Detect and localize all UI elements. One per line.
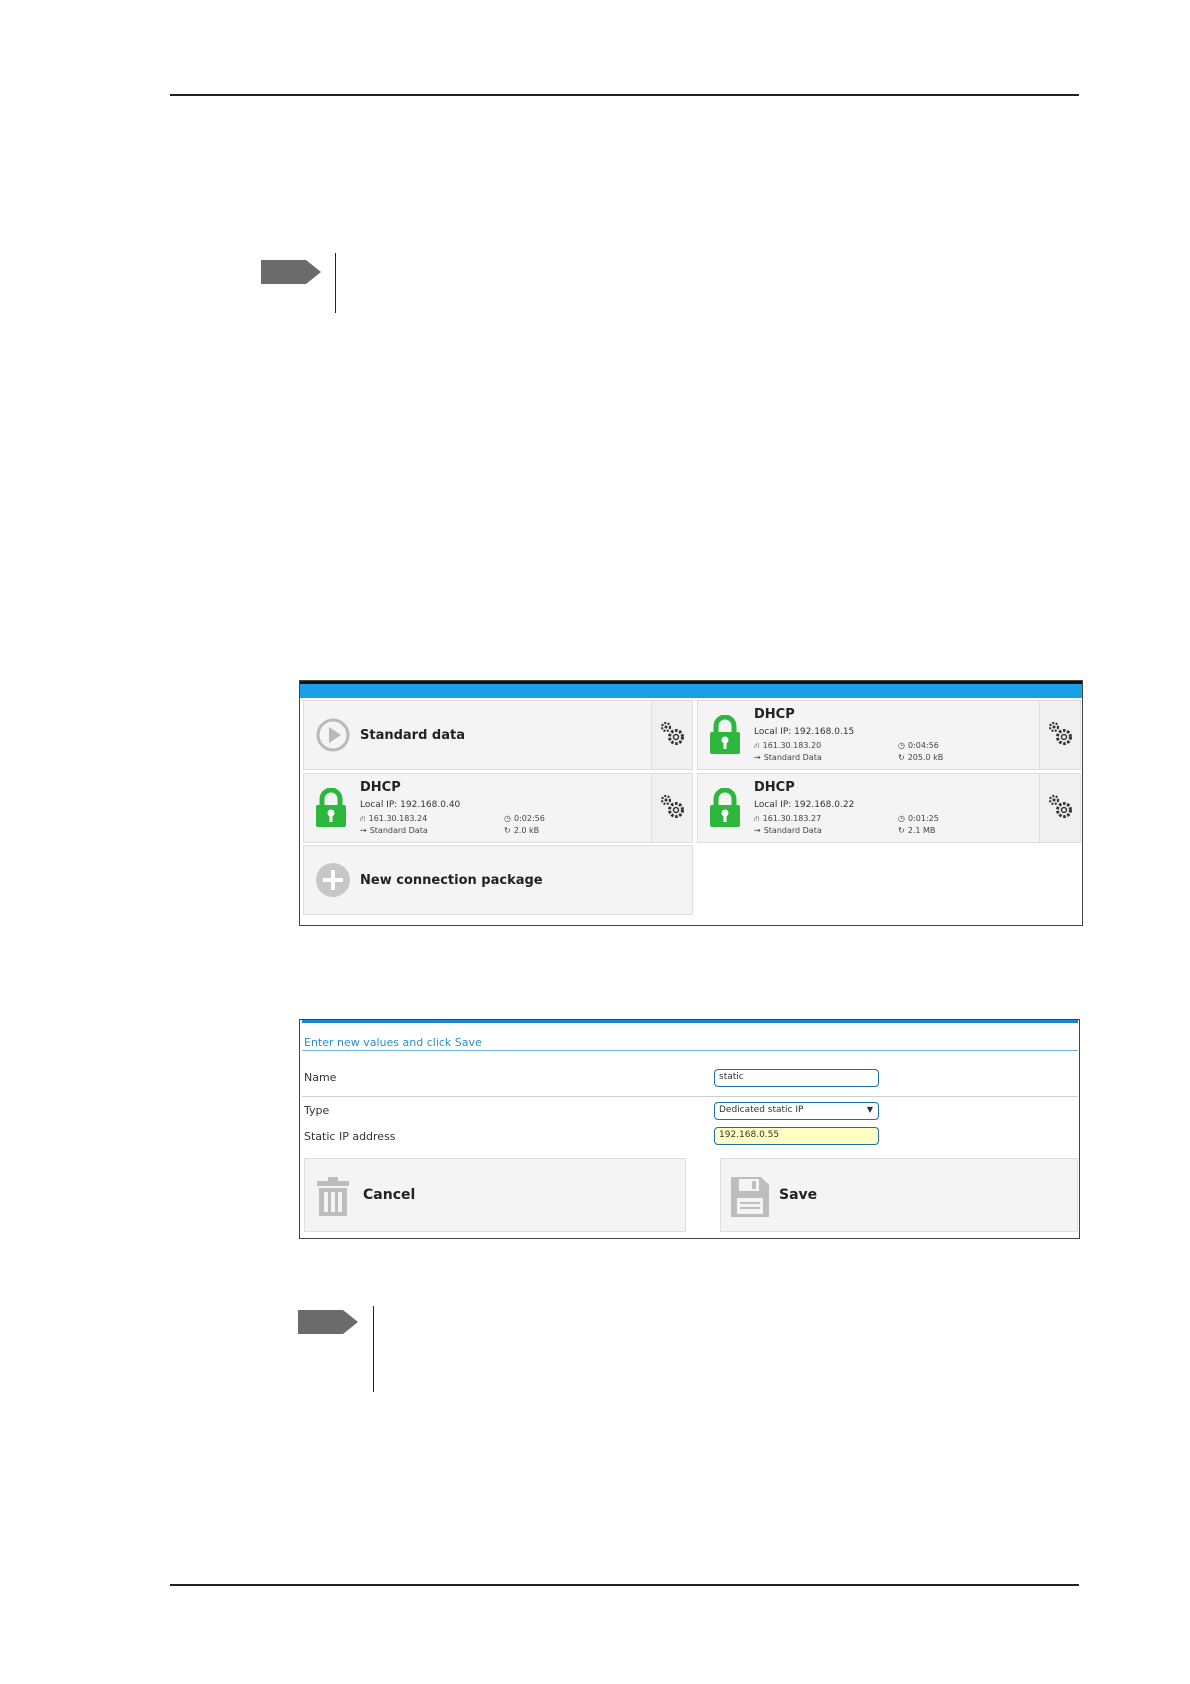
refresh-icon: ↻ [898, 826, 905, 835]
gear-icon [660, 794, 684, 818]
duration: ◷ 0:04:56 [898, 741, 939, 750]
transferred: ↻ 2.0 kB [504, 826, 540, 835]
static-ip-label: Static IP address [304, 1130, 396, 1143]
data-type: ⇝ Standard Data [754, 826, 822, 835]
network-icon: ⛙ [360, 814, 366, 823]
lock-icon [710, 788, 740, 827]
tile-title: DHCP [754, 780, 795, 795]
network-icon: ⛙ [754, 814, 760, 823]
new-connection-tile[interactable]: New connection package [303, 845, 693, 915]
gear-icon [660, 721, 684, 745]
save-icon [731, 1177, 769, 1217]
name-field[interactable]: static [714, 1069, 879, 1087]
tile-title: Standard data [360, 728, 465, 743]
gear-icon [1048, 794, 1072, 818]
public-ip: ⛙ 161.30.183.27 [754, 814, 822, 823]
cancel-button[interactable]: Cancel [304, 1158, 686, 1232]
public-ip: ⛙ 161.30.183.24 [360, 814, 428, 823]
connection-tile[interactable]: DHCP Local IP: 192.168.0.40 ⛙ 161.30.183.… [303, 773, 693, 843]
connections-panel: Standard data DHCP Local IP: 192.168.0.1… [299, 680, 1083, 926]
public-ip: ⛙ 161.30.183.20 [754, 741, 822, 750]
note-divider [335, 253, 336, 313]
activity-icon: ⇝ [754, 826, 761, 835]
lock-icon [710, 715, 740, 754]
static-ip-field[interactable]: 192.168.0.55 [714, 1127, 879, 1145]
form-heading: Enter new values and click Save [304, 1036, 482, 1049]
dropdown-arrow-icon: ▼ [866, 1105, 873, 1114]
activity-icon: ⇝ [754, 753, 761, 762]
tile-title: DHCP [360, 780, 401, 795]
tile-title: DHCP [754, 707, 795, 722]
settings-gear-button[interactable] [1039, 701, 1080, 769]
header-rule [170, 94, 1079, 96]
refresh-icon: ↻ [504, 826, 511, 835]
duration: ◷ 0:02:56 [504, 814, 545, 823]
refresh-icon: ↻ [898, 753, 905, 762]
lock-icon [316, 788, 346, 827]
transferred: ↻ 2.1 MB [898, 826, 936, 835]
settings-gear-button[interactable] [651, 774, 692, 842]
note-divider [373, 1306, 374, 1392]
type-select[interactable]: Dedicated static IP ▼ [714, 1102, 879, 1120]
trash-icon [317, 1177, 349, 1216]
data-type: ⇝ Standard Data [754, 753, 822, 762]
tile-title: New connection package [360, 873, 543, 888]
connection-tile[interactable]: DHCP Local IP: 192.168.0.22 ⛙ 161.30.183.… [697, 773, 1081, 843]
network-icon: ⛙ [754, 741, 760, 750]
settings-gear-button[interactable] [1039, 774, 1080, 842]
local-ip: Local IP: 192.168.0.15 [754, 727, 855, 737]
play-icon [316, 718, 350, 752]
connection-tile[interactable]: DHCP Local IP: 192.168.0.15 ⛙ 161.30.183.… [697, 700, 1081, 770]
footer-rule [170, 1584, 1079, 1586]
clock-icon: ◷ [898, 741, 905, 750]
type-label: Type [304, 1104, 330, 1117]
row-divider [302, 1096, 1078, 1097]
clock-icon: ◷ [898, 814, 905, 823]
note-arrow-icon [261, 260, 321, 284]
edit-connection-form: Enter new values and click Save Name sta… [299, 1019, 1080, 1239]
settings-gear-button[interactable] [651, 701, 692, 769]
local-ip: Local IP: 192.168.0.40 [360, 800, 461, 810]
transferred: ↻ 205.0 kB [898, 753, 944, 762]
duration: ◷ 0:01:25 [898, 814, 939, 823]
plus-icon [316, 863, 350, 897]
data-type: ⇝ Standard Data [360, 826, 428, 835]
local-ip: Local IP: 192.168.0.22 [754, 800, 855, 810]
form-heading-rule [302, 1050, 1078, 1051]
save-label: Save [779, 1187, 818, 1203]
form-top-line [302, 1020, 1078, 1023]
clock-icon: ◷ [504, 814, 511, 823]
activity-icon: ⇝ [360, 826, 367, 835]
cancel-label: Cancel [363, 1187, 416, 1203]
panel-top-bar [300, 681, 1082, 698]
name-label: Name [304, 1071, 337, 1084]
standard-data-tile[interactable]: Standard data [303, 700, 693, 770]
note-arrow-icon [298, 1310, 358, 1334]
gear-icon [1048, 721, 1072, 745]
save-button[interactable]: Save [720, 1158, 1078, 1232]
